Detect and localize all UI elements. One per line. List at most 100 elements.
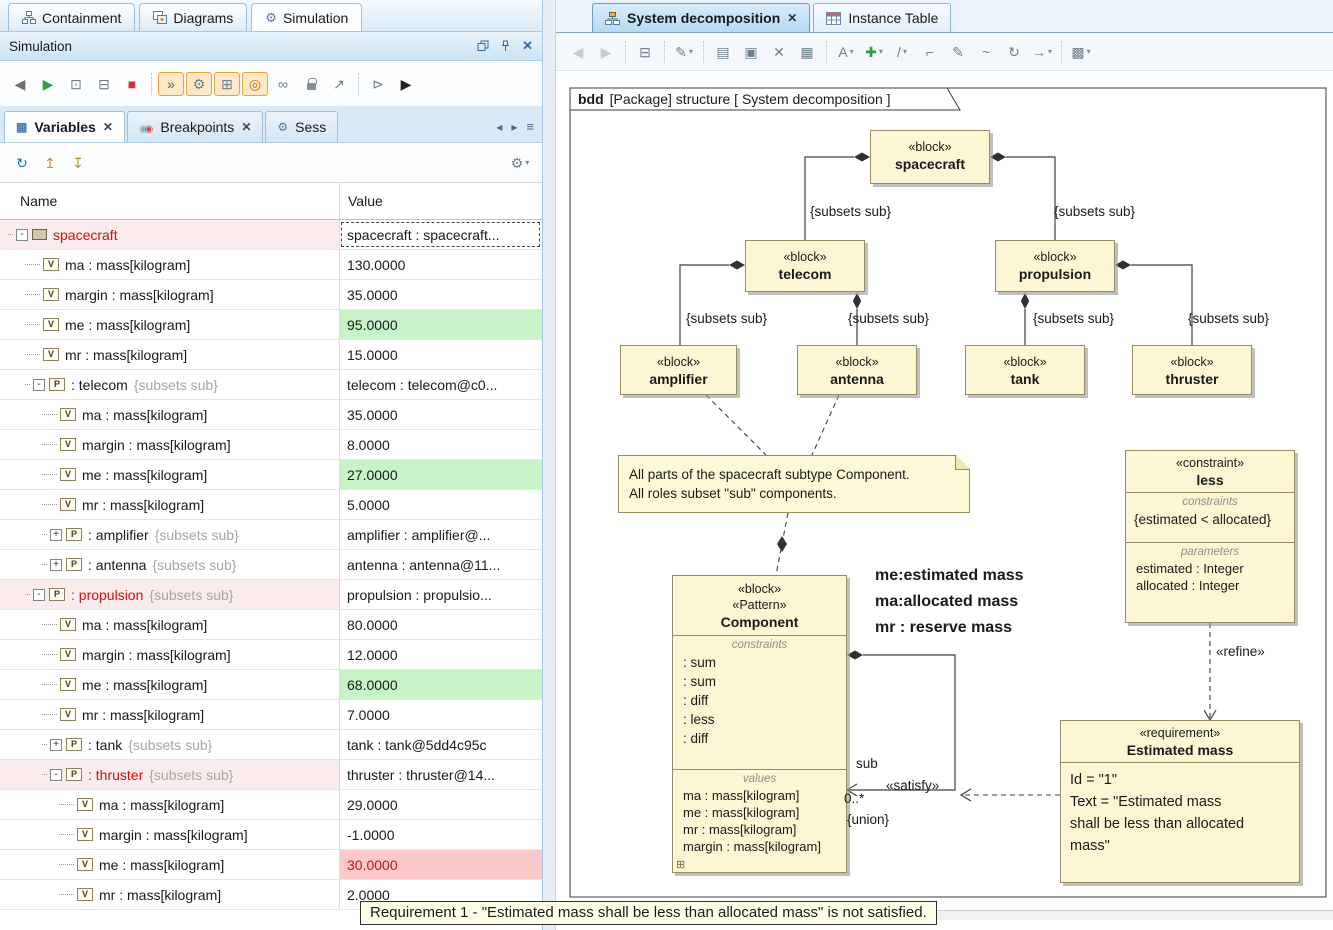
table-row[interactable]: Vmargin : mass[kilogram]35.0000: [0, 280, 542, 310]
expand-toggle[interactable]: +: [50, 529, 62, 541]
row-value-cell[interactable]: 27.0000: [339, 460, 542, 489]
row-name-cell[interactable]: -P: telecom{subsets sub}: [0, 370, 339, 399]
table-row[interactable]: +P: antenna{subsets sub}antenna : antenn…: [0, 550, 542, 580]
block-node-amplifier[interactable]: «block» amplifier: [620, 345, 737, 395]
float-window-icon[interactable]: [477, 40, 489, 52]
diagram-properties-button[interactable]: ✎▾: [671, 40, 697, 64]
collapse-toggle[interactable]: -: [50, 769, 62, 781]
close-tab-icon[interactable]: ✕: [241, 120, 251, 134]
table-row[interactable]: Vme : mass[kilogram]68.0000: [0, 670, 542, 700]
row-name-cell[interactable]: Vma : mass[kilogram]: [0, 790, 339, 819]
collapse-toggle[interactable]: -: [33, 589, 45, 601]
relayout-button[interactable]: ↻: [1001, 40, 1027, 64]
scroll-tabs-left-icon[interactable]: ◂: [496, 120, 502, 134]
table-row[interactable]: +P: amplifier{subsets sub}amplifier : am…: [0, 520, 542, 550]
run-button[interactable]: ▶: [35, 72, 61, 96]
row-value-cell[interactable]: -1.0000: [339, 820, 542, 849]
table-row[interactable]: Vma : mass[kilogram]29.0000: [0, 790, 542, 820]
nav-forward-button[interactable]: ▶: [593, 40, 619, 64]
row-name-cell[interactable]: Vmargin : mass[kilogram]: [0, 820, 339, 849]
indent-button[interactable]: →▾: [1029, 40, 1055, 64]
oblique-path-button[interactable]: /▾: [889, 40, 915, 64]
stamp-mode-button[interactable]: ▩▾: [1068, 40, 1094, 64]
row-name-cell[interactable]: +P: tank{subsets sub}: [0, 730, 339, 759]
expand-toggle[interactable]: +: [50, 739, 62, 751]
row-value-cell[interactable]: 95.0000: [339, 310, 542, 339]
nav-back-button[interactable]: ◀: [565, 40, 591, 64]
layout-grid-button[interactable]: ▦: [794, 40, 820, 64]
row-value-cell[interactable]: spacecraft : spacecraft...: [339, 220, 542, 249]
breakpoints-window-button[interactable]: ∞: [270, 72, 296, 96]
row-value-cell[interactable]: tank : tank@5dd4c95c: [339, 730, 542, 759]
row-value-cell[interactable]: 30.0000: [339, 850, 542, 879]
table-row[interactable]: -P: telecom{subsets sub}telecom : teleco…: [0, 370, 542, 400]
containment-sync-button[interactable]: ⊞: [214, 72, 240, 96]
row-value-cell[interactable]: 80.0000: [339, 610, 542, 639]
draw-path-button[interactable]: ✎: [945, 40, 971, 64]
table-row[interactable]: Vma : mass[kilogram]80.0000: [0, 610, 542, 640]
block-node-thruster[interactable]: «block» thruster: [1132, 345, 1252, 395]
tab-list-icon[interactable]: ≡: [526, 119, 534, 134]
block-node-antenna[interactable]: «block» antenna: [797, 345, 917, 395]
diagram-canvas[interactable]: bdd[Package] structure [ System decompos…: [556, 71, 1333, 920]
frames-button[interactable]: ⊡: [63, 72, 89, 96]
row-value-cell[interactable]: telecom : telecom@c0...: [339, 370, 542, 399]
constraint-node-less[interactable]: «constraint» less constraints {estimated…: [1125, 450, 1295, 623]
row-value-cell[interactable]: 8.0000: [339, 430, 542, 459]
table-row[interactable]: -spacecraftspacecraft : spacecraft...: [0, 220, 542, 250]
row-name-cell[interactable]: Vma : mass[kilogram]: [0, 250, 339, 279]
row-value-cell[interactable]: 35.0000: [339, 400, 542, 429]
row-value-cell[interactable]: propulsion : propulsio...: [339, 580, 542, 609]
spline-path-button[interactable]: ~: [973, 40, 999, 64]
copy-button[interactable]: ▤: [710, 40, 736, 64]
scroll-tabs-right-icon[interactable]: ▸: [511, 120, 517, 134]
row-name-cell[interactable]: -spacecraft: [0, 220, 339, 249]
tab-breakpoints[interactable]: ◉◉ Breakpoints ✕: [127, 111, 263, 142]
row-value-cell[interactable]: 12.0000: [339, 640, 542, 669]
step-button[interactable]: ⊟: [91, 72, 117, 96]
row-name-cell[interactable]: Vme : mass[kilogram]: [0, 850, 339, 879]
row-value-cell[interactable]: thruster : thruster@14...: [339, 760, 542, 789]
row-value-cell[interactable]: 35.0000: [339, 280, 542, 309]
delete-button[interactable]: ✕: [766, 40, 792, 64]
close-tab-icon[interactable]: ✕: [787, 11, 797, 25]
expand-toggle[interactable]: +: [50, 559, 62, 571]
console-toggle-button[interactable]: »: [158, 72, 184, 96]
table-row[interactable]: Vmargin : mass[kilogram]12.0000: [0, 640, 542, 670]
start-trigger-button[interactable]: ▶: [393, 72, 419, 96]
pin-icon[interactable]: [500, 40, 511, 52]
tab-variables[interactable]: ▦ Variables ✕: [4, 111, 125, 142]
table-row[interactable]: Vmargin : mass[kilogram]-1.0000: [0, 820, 542, 850]
add-element-button[interactable]: ✚▾: [861, 40, 887, 64]
export-variables-button[interactable]: ↥: [37, 151, 63, 175]
row-value-cell[interactable]: 7.0000: [339, 700, 542, 729]
table-row[interactable]: -P: thruster{subsets sub}thruster : thru…: [0, 760, 542, 790]
close-panel-icon[interactable]: ✕: [522, 40, 533, 52]
row-name-cell[interactable]: -P: propulsion{subsets sub}: [0, 580, 339, 609]
refresh-button[interactable]: ↻: [9, 151, 35, 175]
row-name-cell[interactable]: Vmargin : mass[kilogram]: [0, 430, 339, 459]
row-name-cell[interactable]: Vmr : mass[kilogram]: [0, 490, 339, 519]
stop-button[interactable]: ■: [119, 72, 145, 96]
select-mode-button[interactable]: A▾: [833, 40, 859, 64]
row-name-cell[interactable]: +P: antenna{subsets sub}: [0, 550, 339, 579]
row-value-cell[interactable]: antenna : antenna@11...: [339, 550, 542, 579]
close-tab-icon[interactable]: ✕: [103, 120, 113, 134]
table-row[interactable]: Vme : mass[kilogram]30.0000: [0, 850, 542, 880]
table-row[interactable]: Vme : mass[kilogram]95.0000: [0, 310, 542, 340]
auto-link-button[interactable]: ◎: [242, 72, 268, 96]
collapse-toggle[interactable]: -: [33, 379, 45, 391]
row-name-cell[interactable]: Vmr : mass[kilogram]: [0, 340, 339, 369]
show-in-tree-button[interactable]: ⊟: [632, 40, 658, 64]
table-row[interactable]: Vmargin : mass[kilogram]8.0000: [0, 430, 542, 460]
row-value-cell[interactable]: 5.0000: [339, 490, 542, 519]
row-name-cell[interactable]: Vme : mass[kilogram]: [0, 460, 339, 489]
tab-instance-table[interactable]: Instance Table: [813, 3, 951, 32]
row-name-cell[interactable]: Vmargin : mass[kilogram]: [0, 280, 339, 309]
table-row[interactable]: -P: propulsion{subsets sub}propulsion : …: [0, 580, 542, 610]
table-row[interactable]: Vma : mass[kilogram]35.0000: [0, 400, 542, 430]
paste-button[interactable]: ▣: [738, 40, 764, 64]
nav-back-button[interactable]: ◀: [7, 72, 33, 96]
lock-button[interactable]: [298, 72, 324, 96]
row-value-cell[interactable]: amplifier : amplifier@...: [339, 520, 542, 549]
